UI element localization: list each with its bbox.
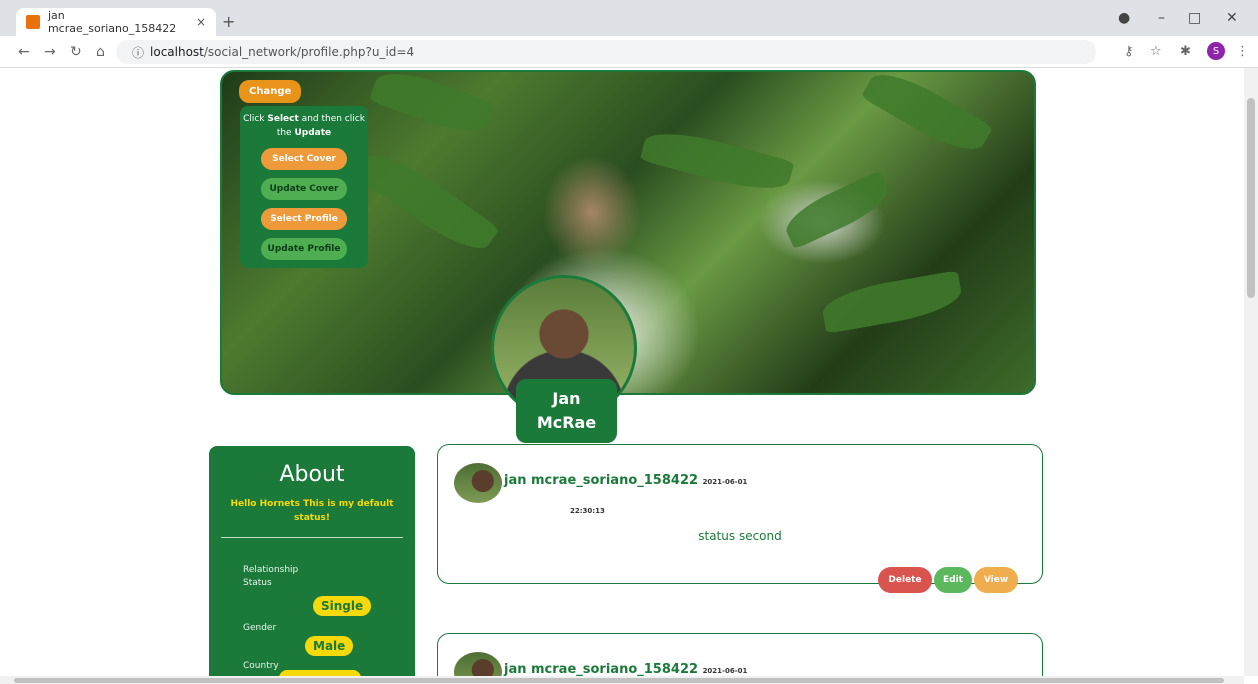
gender-label: Gender	[243, 623, 277, 633]
key-icon[interactable]: ⚷	[1124, 44, 1134, 59]
menu-kebab-icon[interactable]: ⋮	[1236, 44, 1249, 59]
site-favicon-icon	[26, 15, 40, 29]
country-label: Country	[243, 661, 279, 671]
relationship-label: Relationship Status	[243, 565, 299, 588]
cover-leaf-decoration	[860, 72, 994, 162]
close-tab-icon[interactable]: ×	[196, 15, 206, 29]
maximize-icon[interactable]: □	[1188, 10, 1201, 26]
browser-profile-avatar[interactable]: S	[1207, 42, 1225, 60]
reload-icon[interactable]: ↻	[70, 44, 82, 60]
page-viewport: Change Click Select and then click the U…	[0, 68, 1244, 676]
profile-last-name: McRae	[536, 413, 597, 432]
post-author-avatar	[454, 652, 502, 676]
profile-first-name: Jan	[552, 389, 581, 408]
select-profile-button[interactable]: Select Profile	[261, 208, 347, 230]
post-author-avatar	[454, 463, 502, 503]
cover-leaf-decoration	[639, 123, 795, 199]
back-icon[interactable]: ←	[18, 44, 30, 60]
profile-name: Jan McRae	[516, 379, 617, 443]
cover-leaf-decoration	[368, 72, 496, 142]
post-card: jan mcrae_soriano_158422 2021-06-01	[437, 633, 1043, 676]
minimize-icon[interactable]: –	[1158, 10, 1165, 26]
update-cover-button[interactable]: Update Cover	[261, 178, 347, 200]
close-window-icon[interactable]: ✕	[1226, 10, 1238, 26]
post-body: status second	[698, 529, 782, 543]
scrollbar-thumb[interactable]	[1247, 98, 1255, 298]
cover-leaf-decoration	[354, 142, 500, 262]
horizontal-scrollbar[interactable]	[0, 676, 1244, 684]
cover-edit-panel: Click Select and then click the Update S…	[240, 106, 368, 268]
about-panel: About Hello Hornets This is my default s…	[209, 446, 415, 676]
address-bar: ← → ↻ ⌂ ⓘ localhost /social_network/prof…	[0, 36, 1258, 68]
change-cover-button[interactable]: Change	[239, 80, 302, 103]
browser-tab[interactable]: jan mcrae_soriano_158422 ×	[16, 8, 216, 36]
forward-icon[interactable]: →	[44, 44, 56, 60]
bookmark-star-icon[interactable]: ☆	[1150, 44, 1162, 59]
gender-value-badge: Male	[305, 636, 354, 656]
about-divider	[221, 537, 403, 538]
cover-leaf-decoration	[819, 270, 965, 334]
post-date: 2021-06-01	[702, 478, 748, 486]
update-profile-button[interactable]: Update Profile	[261, 238, 347, 260]
post-author[interactable]: jan mcrae_soriano_158422 2021-06-01	[504, 662, 747, 676]
view-post-button[interactable]: View	[974, 567, 1018, 593]
tab-title: jan mcrae_soriano_158422	[47, 9, 177, 35]
info-icon: ⓘ	[132, 45, 145, 60]
relationship-value-badge: Single	[313, 596, 372, 616]
about-title: About	[279, 462, 345, 487]
post-card: jan mcrae_soriano_158422 2021-06-01 22:3…	[437, 444, 1043, 593]
post-date: 2021-06-01	[702, 667, 748, 675]
cover-edit-instructions: Click Select and then click the Update	[243, 114, 365, 138]
select-cover-button[interactable]: Select Cover	[261, 148, 347, 170]
url-host: localhost	[150, 45, 204, 59]
post-author[interactable]: jan mcrae_soriano_158422 2021-06-01	[504, 473, 747, 488]
url-path: /social_network/profile.php?u_id=4	[203, 45, 415, 59]
post-time: 22:30:13	[570, 507, 605, 515]
url-input[interactable]: ⓘ localhost /social_network/profile.php?…	[116, 40, 1096, 64]
extensions-icon[interactable]: ✱	[1180, 44, 1191, 59]
scrollbar-thumb[interactable]	[14, 678, 1224, 683]
edit-post-button[interactable]: Edit	[934, 567, 972, 593]
delete-post-button[interactable]: Delete	[878, 567, 932, 593]
about-status: Hello Hornets This is my default status!	[230, 499, 394, 523]
account-circle-icon[interactable]: ●	[1118, 10, 1130, 26]
vertical-scrollbar[interactable]	[1244, 68, 1258, 676]
browser-tab-bar: jan mcrae_soriano_158422 × + ● – □ ✕	[0, 0, 1258, 36]
home-icon[interactable]: ⌂	[96, 44, 105, 60]
new-tab-icon[interactable]: +	[222, 12, 235, 31]
cover-leaf-decoration	[779, 170, 895, 250]
